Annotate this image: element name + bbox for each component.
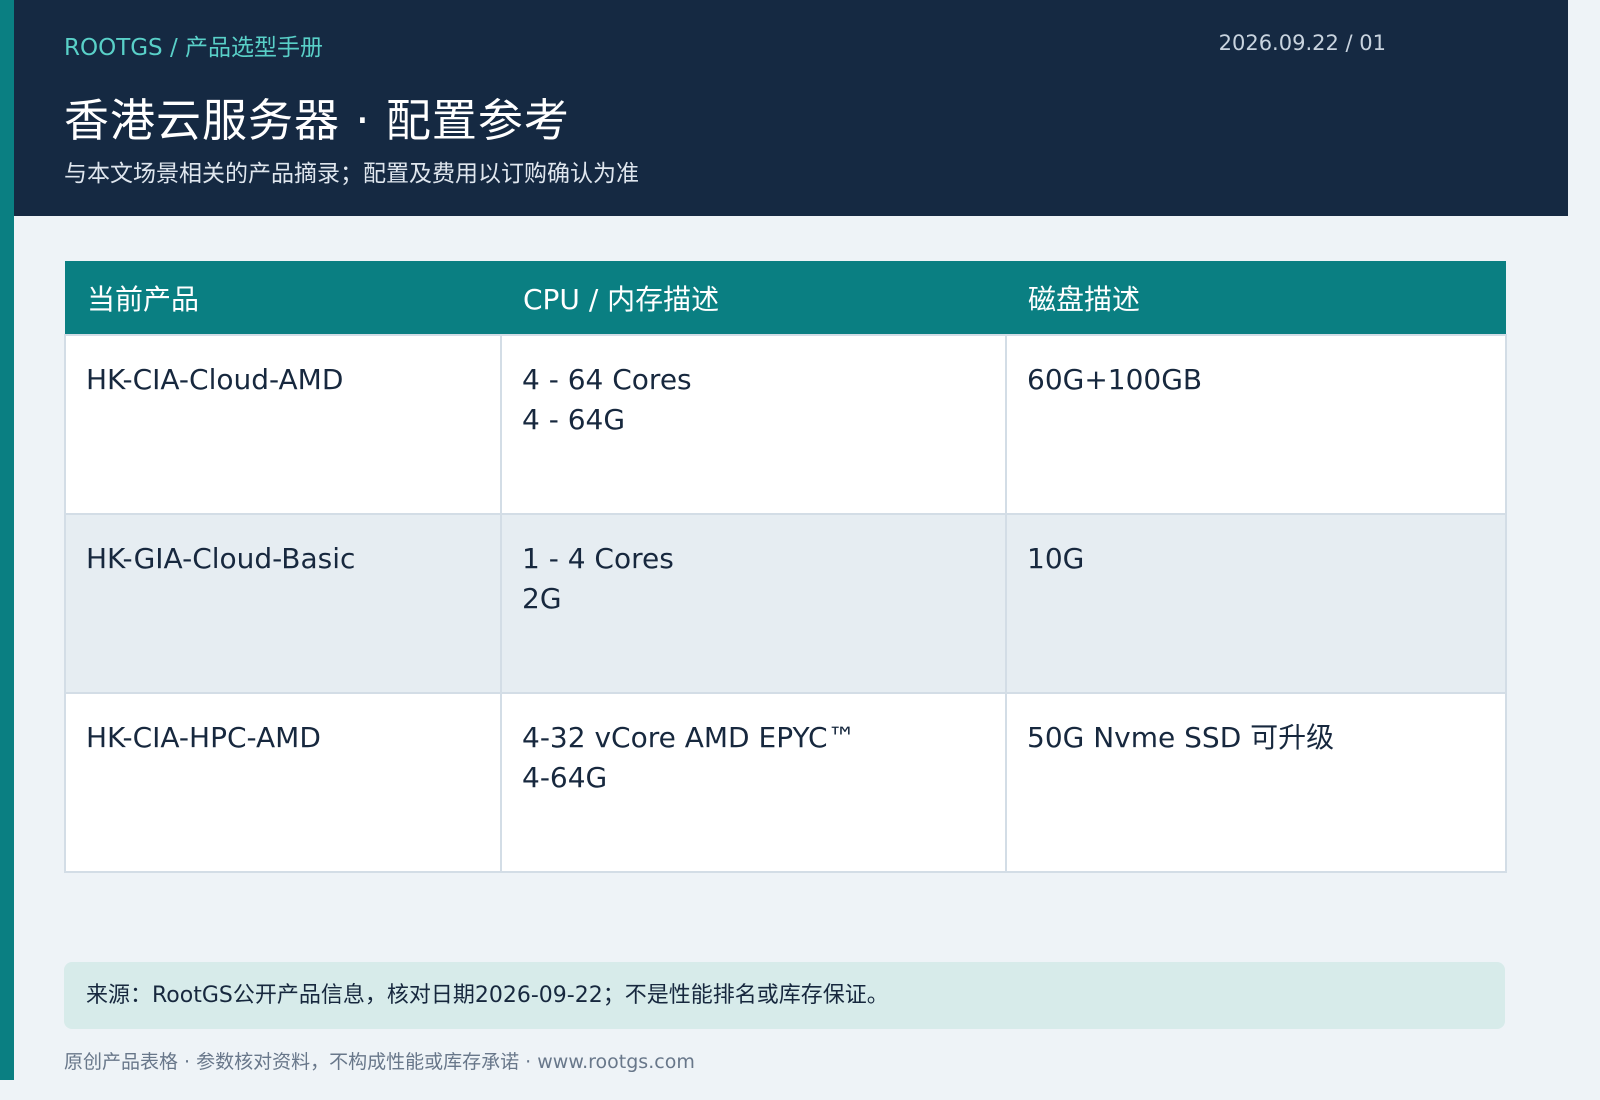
cpu-memory-cell: 1 - 4 Cores 2G [500, 513, 1007, 694]
disk-cell: 60G+100GB [1005, 334, 1507, 515]
memory-spec: 4 - 64G [522, 403, 626, 436]
cpu-spec: 1 - 4 Cores [522, 542, 674, 575]
cpu-memory-cell: 4-32 vCore AMD EPYC™ 4-64G [500, 692, 1007, 873]
table-row: HK-CIA-HPC-AMD 4-32 vCore AMD EPYC™ 4-64… [64, 692, 1507, 873]
column-header-disk: 磁盘描述 [1006, 261, 1506, 335]
product-cell: HK-GIA-Cloud-Basic [64, 513, 502, 694]
header-banner: ROOTGS / 产品选型手册 2026.09.22 / 01 香港云服务器 ·… [14, 0, 1568, 216]
accent-bar [0, 0, 14, 1080]
table-row: HK-CIA-Cloud-AMD 4 - 64 Cores 4 - 64G 60… [64, 334, 1507, 515]
disk-cell: 10G [1005, 513, 1507, 694]
cpu-spec: 4 - 64 Cores [522, 363, 692, 396]
product-cell: HK-CIA-Cloud-AMD [64, 334, 502, 515]
source-note: 来源：RootGS公开产品信息，核对日期2026-09-22；不是性能排名或库存… [64, 962, 1505, 1029]
column-header-product: 当前产品 [65, 261, 501, 335]
cpu-spec: 4-32 vCore AMD EPYC™ [522, 721, 856, 754]
disk-spec: 50G Nvme SSD 可升级 [1027, 721, 1335, 754]
breadcrumb: ROOTGS / 产品选型手册 [64, 35, 324, 61]
cpu-memory-cell: 4 - 64 Cores 4 - 64G [500, 334, 1007, 515]
disk-spec: 60G+100GB [1027, 363, 1203, 396]
memory-spec: 4-64G [522, 761, 608, 794]
date-code: 2026.09.22 / 01 [1218, 31, 1386, 55]
table-row: HK-GIA-Cloud-Basic 1 - 4 Cores 2G 10G [64, 513, 1507, 694]
product-cell: HK-CIA-HPC-AMD [64, 692, 502, 873]
column-header-cpu-memory: CPU / 内存描述 [501, 261, 1006, 335]
product-table: 当前产品 CPU / 内存描述 磁盘描述 HK-CIA-Cloud-AMD 4 … [64, 261, 1507, 873]
footer-text: 原创产品表格 · 参数核对资料，不构成性能或库存承诺 · www.rootgs.… [64, 1051, 695, 1073]
product-name: HK-GIA-Cloud-Basic [86, 542, 356, 575]
disk-spec: 10G [1027, 542, 1085, 575]
product-table-container: 当前产品 CPU / 内存描述 磁盘描述 HK-CIA-Cloud-AMD 4 … [64, 261, 1507, 873]
product-name: HK-CIA-Cloud-AMD [86, 363, 344, 396]
memory-spec: 2G [522, 582, 562, 615]
disk-cell: 50G Nvme SSD 可升级 [1005, 692, 1507, 873]
page-subtitle: 与本文场景相关的产品摘录；配置及费用以订购确认为准 [64, 161, 639, 187]
product-name: HK-CIA-HPC-AMD [86, 721, 321, 754]
page-title: 香港云服务器 · 配置参考 [64, 94, 570, 147]
table-header-row: 当前产品 CPU / 内存描述 磁盘描述 [65, 261, 1506, 335]
